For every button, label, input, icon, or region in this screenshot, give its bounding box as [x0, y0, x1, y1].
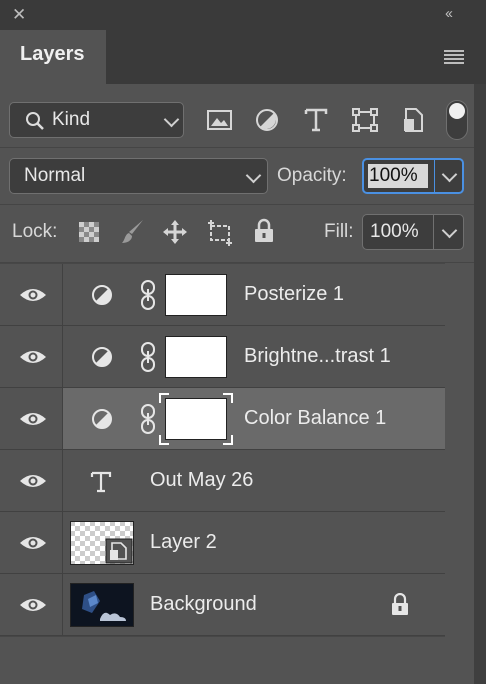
visibility-column	[0, 264, 63, 325]
panel-top-bar	[0, 0, 486, 30]
panel-footer	[0, 637, 474, 684]
tab-layers-label: Layers	[20, 43, 85, 65]
mask-selection-corners	[159, 393, 233, 445]
visibility-column	[0, 388, 63, 449]
search-icon	[26, 112, 44, 130]
opacity-label: Opacity:	[277, 165, 347, 186]
type-layer-icon	[90, 471, 112, 493]
blend-mode-select[interactable]: Normal	[9, 158, 268, 194]
eye-icon[interactable]	[19, 597, 47, 613]
layer-name[interactable]: Background	[150, 593, 257, 616]
lock-label: Lock:	[12, 221, 58, 242]
layer-name[interactable]: Layer 2	[150, 531, 217, 554]
fill-label: Fill:	[324, 221, 354, 242]
chevron-down-icon	[163, 111, 180, 128]
visibility-column	[0, 512, 63, 573]
close-panel-icon[interactable]: ✕	[12, 5, 26, 25]
adjustment-icon	[92, 409, 112, 429]
visibility-column	[0, 326, 63, 387]
layer-name[interactable]: Color Balance 1	[244, 407, 386, 430]
layer-name[interactable]: Posterize 1	[244, 283, 344, 306]
filter-kind-select[interactable]: Kind	[9, 102, 184, 138]
layer-row-posterize[interactable]: Posterize 1	[0, 264, 445, 326]
chevron-down-icon[interactable]	[441, 166, 458, 183]
eye-icon[interactable]	[19, 473, 47, 489]
lock-all-icon[interactable]	[253, 218, 275, 244]
fill-divider	[433, 215, 434, 249]
layer-row-text[interactable]: Out May 26	[0, 450, 445, 512]
fill-field[interactable]: 100%	[362, 214, 464, 250]
chevron-down-icon	[245, 167, 262, 184]
layer-mask-thumbnail[interactable]	[165, 274, 227, 316]
layer-row-background[interactable]: Background	[0, 574, 445, 636]
layer-row-color-balance[interactable]: Color Balance 1	[0, 388, 445, 450]
lock-position-move-icon[interactable]	[162, 219, 188, 245]
eye-icon[interactable]	[19, 349, 47, 365]
mask-link-icon[interactable]	[139, 404, 157, 434]
lock-image-pixels-brush-icon[interactable]	[120, 218, 146, 246]
opacity-divider	[434, 160, 435, 192]
layer-mask-thumbnail[interactable]	[165, 336, 227, 378]
layer-name[interactable]: Brightne...trast 1	[244, 345, 391, 368]
adjustment-icon	[92, 285, 112, 305]
adjustment-icon	[92, 347, 112, 367]
layer-thumbnail-image[interactable]	[70, 583, 134, 627]
right-edge-strip	[474, 84, 486, 684]
filter-kind-label: Kind	[52, 109, 91, 130]
layers-scroll-track[interactable]	[445, 263, 474, 637]
eye-icon[interactable]	[19, 535, 47, 551]
layer-lock-icon	[392, 593, 408, 615]
filter-toggle-switch[interactable]	[446, 100, 468, 140]
layer-name[interactable]: Out May 26	[150, 469, 253, 492]
divider	[0, 204, 474, 205]
eye-icon[interactable]	[19, 411, 47, 427]
chevron-down-icon[interactable]	[441, 222, 458, 239]
divider	[0, 147, 474, 148]
panel-menu-icon[interactable]	[444, 50, 464, 66]
pixel-layer-filter-icon[interactable]	[207, 108, 233, 132]
layer-thumbnail-transparent[interactable]	[70, 521, 134, 565]
type-layer-filter-icon[interactable]	[304, 107, 328, 133]
smart-object-filter-icon[interactable]	[402, 107, 424, 133]
mask-link-icon[interactable]	[139, 342, 157, 372]
eye-icon[interactable]	[19, 287, 47, 303]
opacity-field[interactable]: 100%	[362, 158, 464, 194]
mask-link-icon[interactable]	[139, 280, 157, 310]
blend-mode-value: Normal	[24, 165, 86, 186]
visibility-column	[0, 574, 63, 635]
layer-row-brightness-contrast[interactable]: Brightne...trast 1	[0, 326, 445, 388]
toggle-knob	[449, 103, 465, 119]
layer-row-layer-2[interactable]: Layer 2	[0, 512, 445, 574]
lock-artboard-icon[interactable]	[206, 218, 234, 246]
opacity-value: 100%	[369, 165, 418, 186]
fill-value: 100%	[370, 221, 419, 242]
lock-transparent-pixels-icon[interactable]	[78, 221, 100, 243]
visibility-column	[0, 450, 63, 511]
shape-layer-filter-icon[interactable]	[352, 108, 378, 132]
adjustment-layer-filter-icon[interactable]	[255, 108, 279, 132]
collapse-panel-icon[interactable]: ‹‹	[445, 5, 453, 22]
